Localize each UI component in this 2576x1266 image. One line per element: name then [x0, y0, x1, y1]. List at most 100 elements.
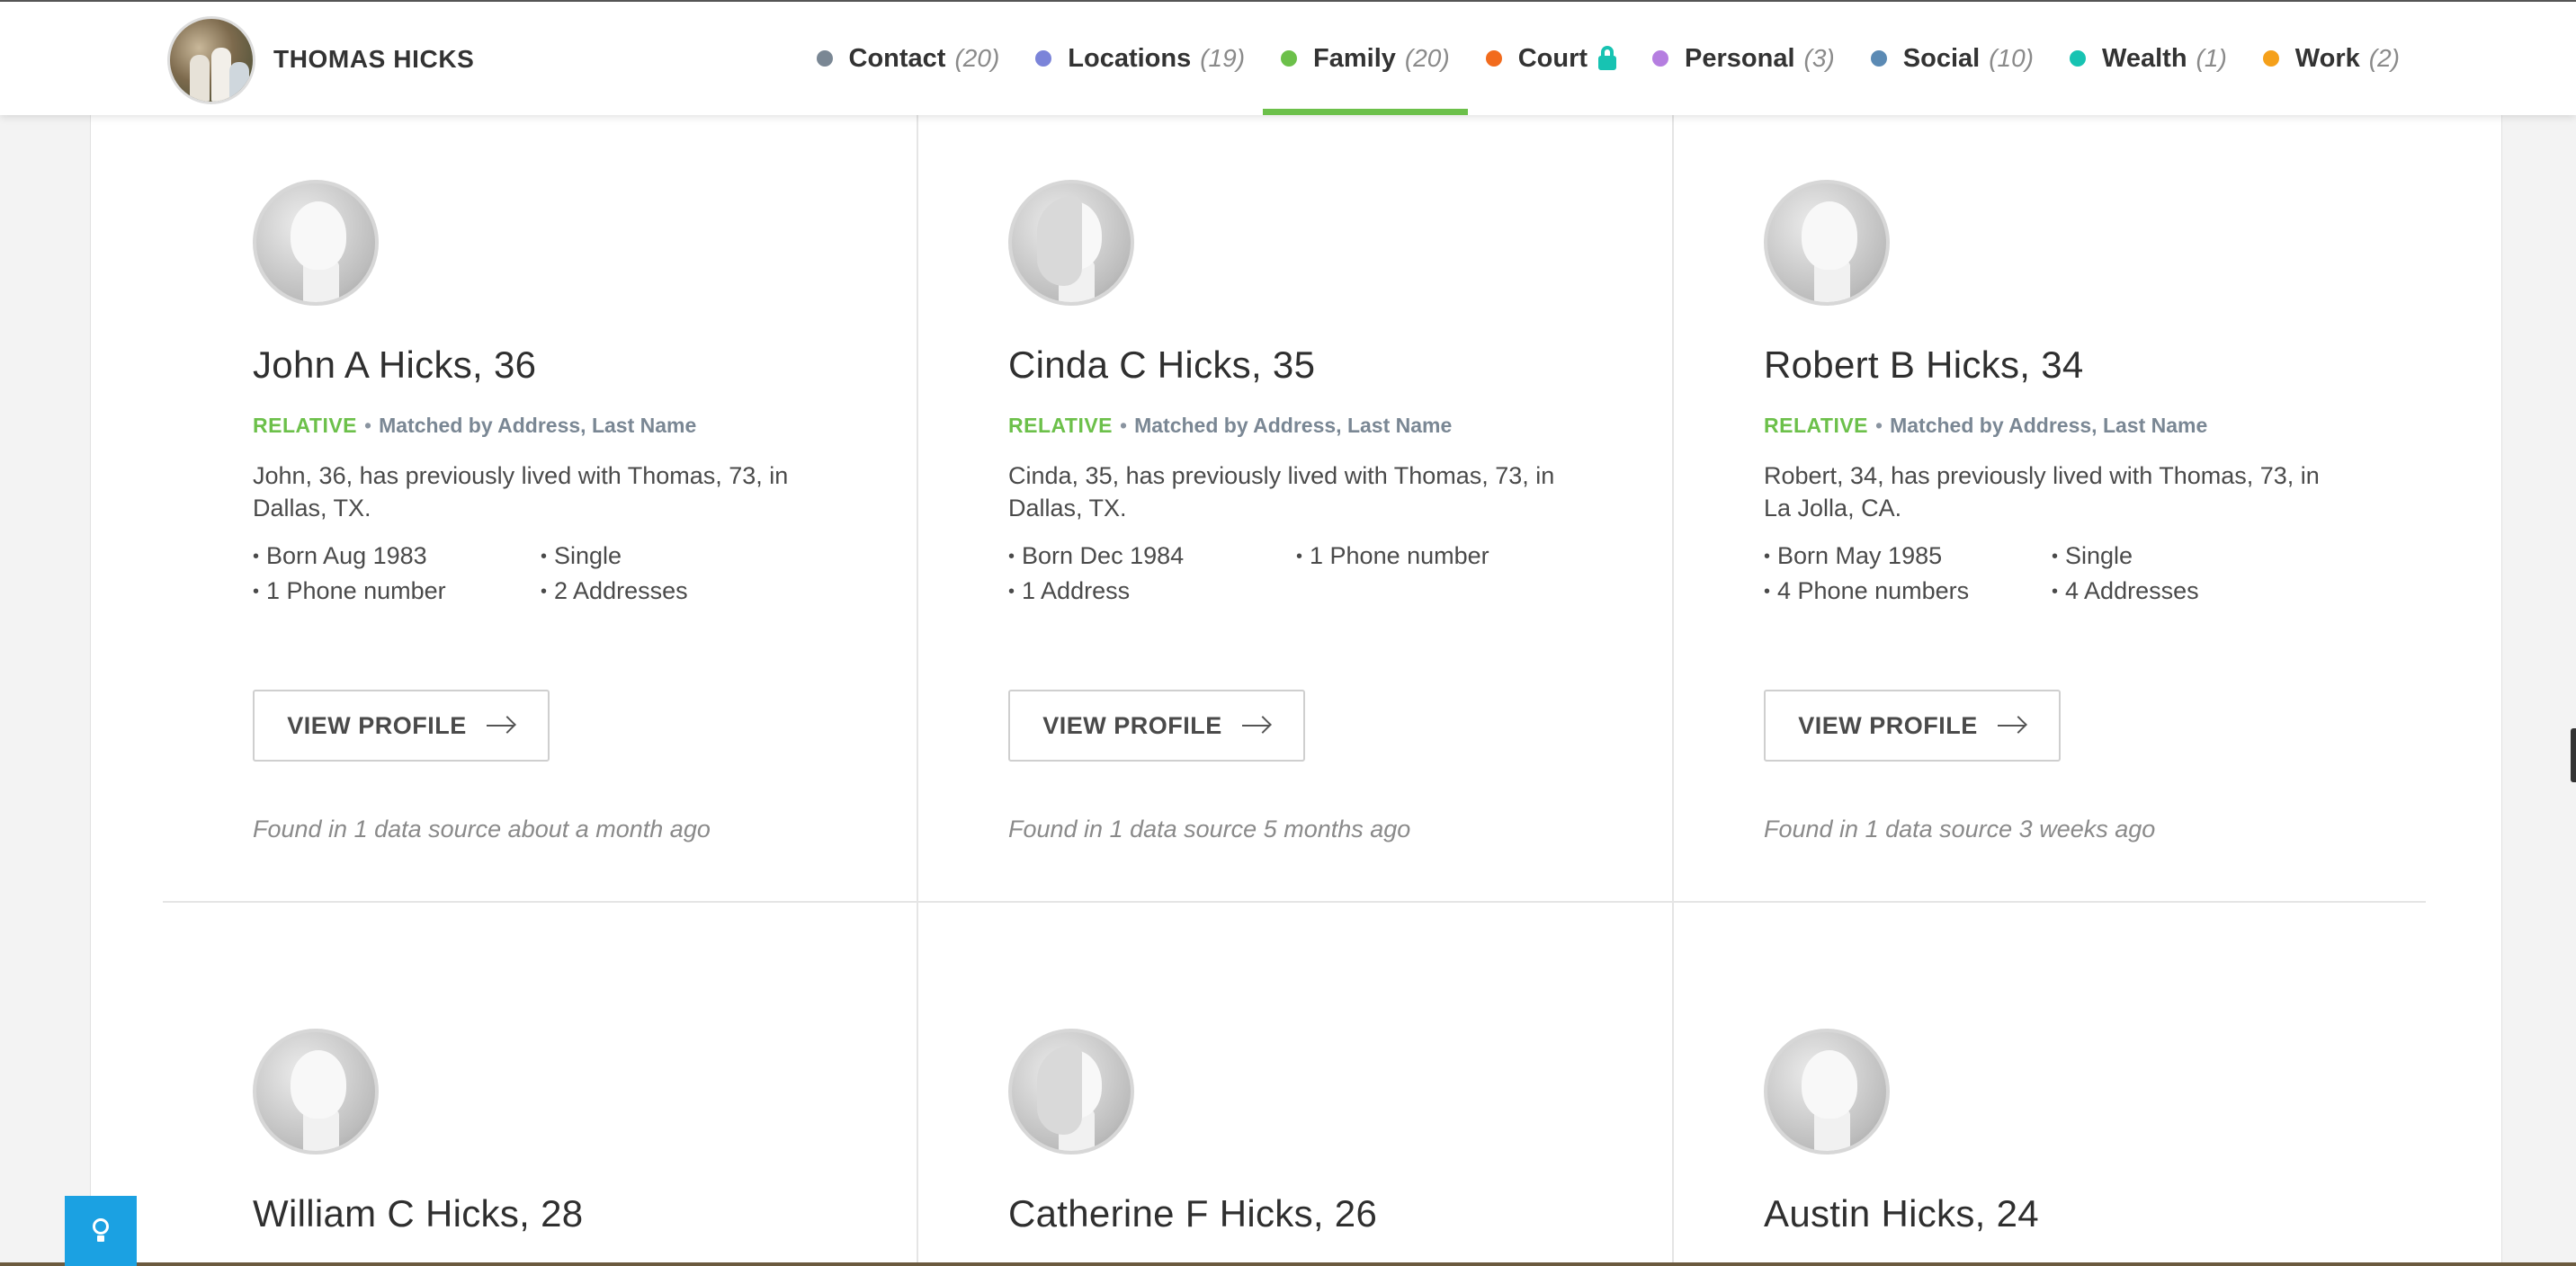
fact-item: Born Dec 1984	[1008, 542, 1296, 570]
relative-photo	[253, 1029, 379, 1155]
nav-label: Work	[2294, 43, 2360, 73]
arrow-right-icon	[1241, 716, 1272, 735]
relative-card: Robert B Hicks, 34 RELATIVE • Matched by A…	[1764, 180, 2501, 843]
relative-photo	[1764, 1029, 1890, 1155]
fact-item: Single	[2052, 542, 2339, 570]
relative-name: Robert B Hicks, 34	[1764, 343, 2084, 386]
relative-facts: Born Dec 1984 1 Phone number 1 Address	[1008, 542, 1764, 605]
relationship-tag: RELATIVE	[1008, 414, 1114, 437]
nav-contact[interactable]: Contact (20)	[799, 2, 1018, 115]
relative-description: Robert, 34, has previously lived with Th…	[1764, 462, 2320, 522]
family-results: John A Hicks, 36 RELATIVE • Matched by Add…	[90, 115, 2502, 1266]
fact-item: Single	[541, 542, 828, 570]
social-dot-icon	[1870, 50, 1887, 67]
section-nav: Contact (20) Locations (19) Family (20) …	[799, 2, 2418, 115]
fact-item: 1 Address	[1008, 577, 1296, 605]
relative-card: William C Hicks, 28	[253, 1029, 1008, 1235]
matched-by: Matched by Address, Last Name	[1890, 414, 2208, 437]
data-source-note: Found in 1 data source about a month ago	[253, 816, 711, 843]
nav-social[interactable]: Social (10)	[1853, 2, 2052, 115]
relationship-tag: RELATIVE	[253, 414, 358, 437]
data-source-note: Found in 1 data source 3 weeks ago	[1764, 816, 2156, 843]
match-info: RELATIVE • Matched by Address, Last Name	[253, 414, 697, 437]
relative-name: William C Hicks, 28	[253, 1192, 584, 1235]
match-info: RELATIVE • Matched by Address, Last Name	[1764, 414, 2208, 437]
fact-item: Born Aug 1983	[253, 542, 541, 570]
fact-item: 2 Addresses	[541, 577, 828, 605]
relative-facts: Born May 1985 Single 4 Phone numbers 4 A…	[1764, 542, 2501, 605]
nav-count: (2)	[2368, 44, 2400, 72]
relative-description: John, 36, has previously lived with Thom…	[253, 462, 789, 522]
match-info: RELATIVE • Matched by Address, Last Name	[1008, 414, 1453, 437]
work-dot-icon	[2262, 50, 2279, 67]
relative-photo	[1008, 180, 1134, 306]
relative-name: Cinda C Hicks, 35	[1008, 343, 1316, 386]
relative-description: Cinda, 35, has previously lived with Tho…	[1008, 462, 1555, 522]
family-dot-icon	[1281, 50, 1298, 67]
nav-count: (20)	[1404, 44, 1450, 72]
nav-label: Court	[1517, 43, 1588, 73]
nav-family[interactable]: Family (20)	[1263, 2, 1468, 115]
nav-personal[interactable]: Personal (3)	[1634, 2, 1853, 115]
nav-label: Personal	[1685, 43, 1795, 73]
button-label: VIEW PROFILE	[1798, 711, 1978, 739]
relative-photo	[253, 180, 379, 306]
arrow-right-icon	[1997, 716, 2027, 735]
relative-name: Austin Hicks, 24	[1764, 1192, 2039, 1235]
court-dot-icon	[1485, 50, 1502, 67]
profile-name: THOMAS HICKS	[273, 45, 475, 73]
nav-label: Contact	[848, 43, 946, 73]
row-divider	[163, 901, 2426, 903]
lightbulb-icon	[92, 1218, 110, 1244]
view-profile-button[interactable]: VIEW PROFILE	[253, 690, 550, 762]
nav-locations[interactable]: Locations (19)	[1017, 2, 1263, 115]
top-header: THOMAS HICKS Contact (20) Locations (19)…	[0, 0, 2576, 115]
relationship-tag: RELATIVE	[1764, 414, 1869, 437]
lock-icon	[1598, 46, 1617, 71]
nav-court[interactable]: Court	[1468, 2, 1634, 115]
button-label: VIEW PROFILE	[1042, 711, 1222, 739]
matched-by: Matched by Address, Last Name	[379, 414, 697, 437]
relative-card: Austin Hicks, 24	[1764, 1029, 2501, 1235]
avatar-figure	[229, 62, 249, 102]
nav-label: Family	[1313, 43, 1396, 73]
nav-count: (3)	[1803, 44, 1835, 72]
relative-card: Catherine F Hicks, 26	[1008, 1029, 1764, 1235]
nav-count: (20)	[954, 44, 1000, 72]
fact-item: 4 Phone numbers	[1764, 577, 2052, 605]
fact-item: Born May 1985	[1764, 542, 2052, 570]
view-profile-button[interactable]: VIEW PROFILE	[1764, 690, 2061, 762]
nav-count: (1)	[2196, 44, 2227, 72]
nav-count: (10)	[1989, 44, 2034, 72]
relative-name: Catherine F Hicks, 26	[1008, 1192, 1378, 1235]
relative-card: Cinda C Hicks, 35 RELATIVE • Matched by Ad…	[1008, 180, 1764, 843]
relative-card: John A Hicks, 36 RELATIVE • Matched by Add…	[253, 180, 1008, 843]
locations-dot-icon	[1035, 50, 1052, 67]
matched-by: Matched by Address, Last Name	[1134, 414, 1453, 437]
fact-item: 1 Phone number	[1296, 542, 1584, 570]
arrow-right-icon	[486, 716, 516, 735]
relative-facts: Born Aug 1983 Single 1 Phone number 2 Ad…	[253, 542, 1008, 605]
contact-dot-icon	[816, 50, 833, 67]
relative-photo	[1764, 180, 1890, 306]
help-tips-button[interactable]	[65, 1196, 137, 1266]
scroll-indicator[interactable]	[2571, 728, 2576, 782]
nav-count: (19)	[1200, 44, 1246, 72]
fact-item: 1 Phone number	[253, 577, 541, 605]
nav-label: Social	[1902, 43, 1981, 73]
nav-label: Locations	[1068, 43, 1192, 73]
view-profile-button[interactable]: VIEW PROFILE	[1008, 690, 1305, 762]
avatar-figure	[211, 48, 231, 102]
data-source-note: Found in 1 data source 5 months ago	[1008, 816, 1411, 843]
nav-work[interactable]: Work (2)	[2245, 2, 2418, 115]
page-bottom-edge	[0, 1262, 2576, 1266]
avatar-figure	[190, 55, 210, 102]
nav-label: Wealth	[2102, 43, 2187, 73]
relative-name: John A Hicks, 36	[253, 343, 537, 386]
wealth-dot-icon	[2070, 50, 2086, 67]
profile-avatar[interactable]	[167, 16, 255, 104]
nav-wealth[interactable]: Wealth (1)	[2052, 2, 2245, 115]
relative-photo	[1008, 1029, 1134, 1155]
personal-dot-icon	[1652, 50, 1669, 67]
fact-item: 4 Addresses	[2052, 577, 2339, 605]
